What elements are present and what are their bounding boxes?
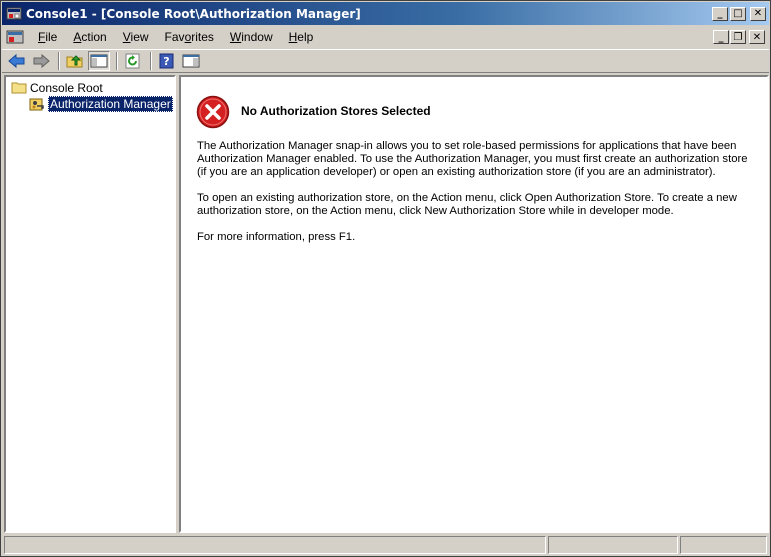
close-icon: ✕ xyxy=(753,8,763,19)
toolbar-separator xyxy=(116,52,118,70)
help-button[interactable]: ? xyxy=(156,51,178,71)
minimize-icon: _ xyxy=(718,31,724,43)
help-icon: ? xyxy=(159,53,174,69)
back-arrow-icon xyxy=(8,53,25,69)
instructions-paragraph: To open an existing authorization store,… xyxy=(197,192,757,218)
window-title: Console1 - [Console Root\Authorization M… xyxy=(26,6,361,21)
menu-file[interactable]: File xyxy=(30,30,65,44)
help-hint-paragraph: For more information, press F1. xyxy=(197,231,356,243)
text-line: The Authorization Manager snap-in allows… xyxy=(197,140,737,152)
mmc-app-icon xyxy=(6,7,22,19)
forward-arrow-icon xyxy=(33,53,50,69)
show-hide-action-pane-button[interactable] xyxy=(180,51,202,71)
status-bar xyxy=(2,534,769,556)
menu-help[interactable]: Help xyxy=(281,30,322,44)
menu-window[interactable]: Window xyxy=(222,30,281,44)
menu-action[interactable]: Action xyxy=(65,30,114,44)
up-one-level-button[interactable] xyxy=(64,51,86,71)
restore-icon: ❐ xyxy=(733,31,743,43)
status-cell-main xyxy=(4,536,546,554)
tree-item-label: Authorization Manager xyxy=(48,96,173,112)
maximize-icon: □ xyxy=(733,8,743,19)
folder-icon xyxy=(11,82,27,94)
child-restore-button[interactable]: ❐ xyxy=(730,30,746,44)
text-line: To open an existing authorization store,… xyxy=(197,192,737,204)
mmc-window: Console1 - [Console Root\Authorization M… xyxy=(0,0,771,557)
console-tree-pane[interactable]: Console Root Authorization Manager xyxy=(4,75,176,533)
page-title: No Authorization Stores Selected xyxy=(241,104,431,118)
menu-favorites[interactable]: Favorites xyxy=(157,30,222,44)
title-bar[interactable]: Console1 - [Console Root\Authorization M… xyxy=(2,2,769,25)
tree-item-console-root[interactable]: Console Root xyxy=(11,80,103,96)
show-hide-console-tree-icon xyxy=(90,54,108,68)
show-hide-console-tree-button[interactable] xyxy=(88,51,110,71)
text-line: (if you are an application developer) or… xyxy=(197,166,716,178)
forward-button[interactable] xyxy=(30,51,52,71)
text-line: authorization store, on the Action menu,… xyxy=(197,205,674,217)
tree-item-authorization-manager[interactable]: Authorization Manager xyxy=(29,96,173,112)
close-icon: ✕ xyxy=(752,31,762,43)
close-button[interactable]: ✕ xyxy=(750,6,766,21)
refresh-icon xyxy=(125,53,140,69)
toolbar: ? xyxy=(2,49,769,73)
menu-view[interactable]: View xyxy=(115,30,157,44)
error-icon xyxy=(196,95,230,129)
tree-item-label: Console Root xyxy=(30,81,103,95)
description-paragraph: The Authorization Manager snap-in allows… xyxy=(197,140,757,179)
child-minimize-button[interactable]: _ xyxy=(713,30,729,44)
maximize-button[interactable]: □ xyxy=(730,6,746,21)
authorization-manager-icon xyxy=(29,98,44,111)
refresh-button[interactable] xyxy=(122,51,144,71)
text-line: Authorization Manager enabled. To use th… xyxy=(197,153,748,165)
minimize-button[interactable]: _ xyxy=(712,6,728,21)
svg-text:?: ? xyxy=(163,55,169,68)
content-panes: Console Root Authorization Manager No Au… xyxy=(4,75,769,533)
show-hide-action-pane-icon xyxy=(182,54,200,68)
console-menu-icon[interactable] xyxy=(6,28,24,46)
menu-bar: File Action View Favorites Window Help _… xyxy=(2,26,769,48)
status-cell-secondary xyxy=(548,536,678,554)
up-folder-icon xyxy=(66,55,83,68)
back-button[interactable] xyxy=(6,51,28,71)
child-close-button[interactable]: ✕ xyxy=(749,30,765,44)
toolbar-separator xyxy=(58,52,60,70)
details-pane: No Authorization Stores Selected The Aut… xyxy=(179,75,769,533)
status-cell-tertiary xyxy=(680,536,767,554)
minimize-icon: _ xyxy=(717,8,723,19)
toolbar-separator xyxy=(150,52,152,70)
